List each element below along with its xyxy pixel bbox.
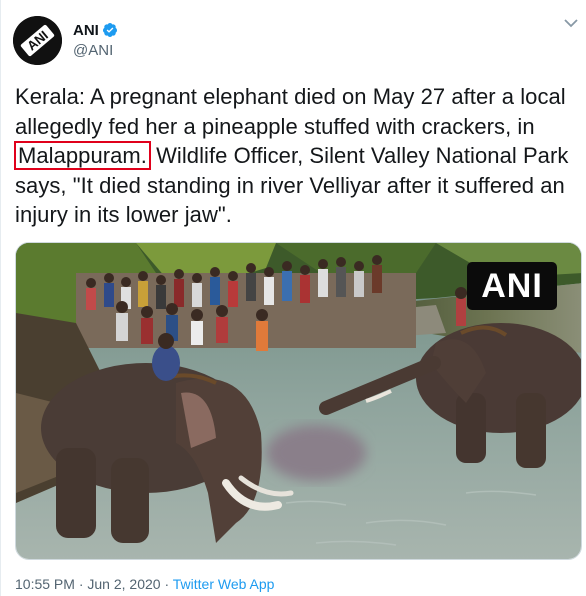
tweet-text: Kerala: A pregnant elephant died on May …	[14, 82, 581, 230]
author-handle[interactable]: @ANI	[73, 42, 118, 59]
meta-separator: ·	[78, 576, 84, 592]
highlighted-location: Malappuram.	[14, 141, 151, 170]
chevron-down-icon[interactable]	[564, 18, 578, 28]
tweet-photo[interactable]: ANI	[15, 242, 582, 560]
tweet-meta: 10:55 PM · Jun 2, 2020 · Twitter Web App	[15, 576, 274, 592]
author-display-name[interactable]: ANI	[73, 22, 99, 39]
tweet-header: ANI ANI @ANI	[13, 14, 118, 66]
tweet-time[interactable]: 10:55 PM	[15, 576, 75, 592]
tweet-text-before: Kerala: A pregnant elephant died on May …	[15, 84, 566, 139]
ani-logo-icon: ANI	[13, 15, 62, 65]
tweet-card: ANI ANI @ANI Kerala: A pregnant elephant…	[0, 0, 586, 596]
verified-badge-icon	[102, 23, 117, 37]
author-names: ANI @ANI	[73, 22, 118, 59]
tweet-date[interactable]: Jun 2, 2020	[87, 576, 160, 592]
avatar[interactable]: ANI	[13, 15, 62, 65]
tweet-source-app[interactable]: Twitter Web App	[173, 576, 275, 592]
meta-separator-2: ·	[164, 576, 170, 592]
ani-watermark: ANI	[467, 262, 557, 310]
